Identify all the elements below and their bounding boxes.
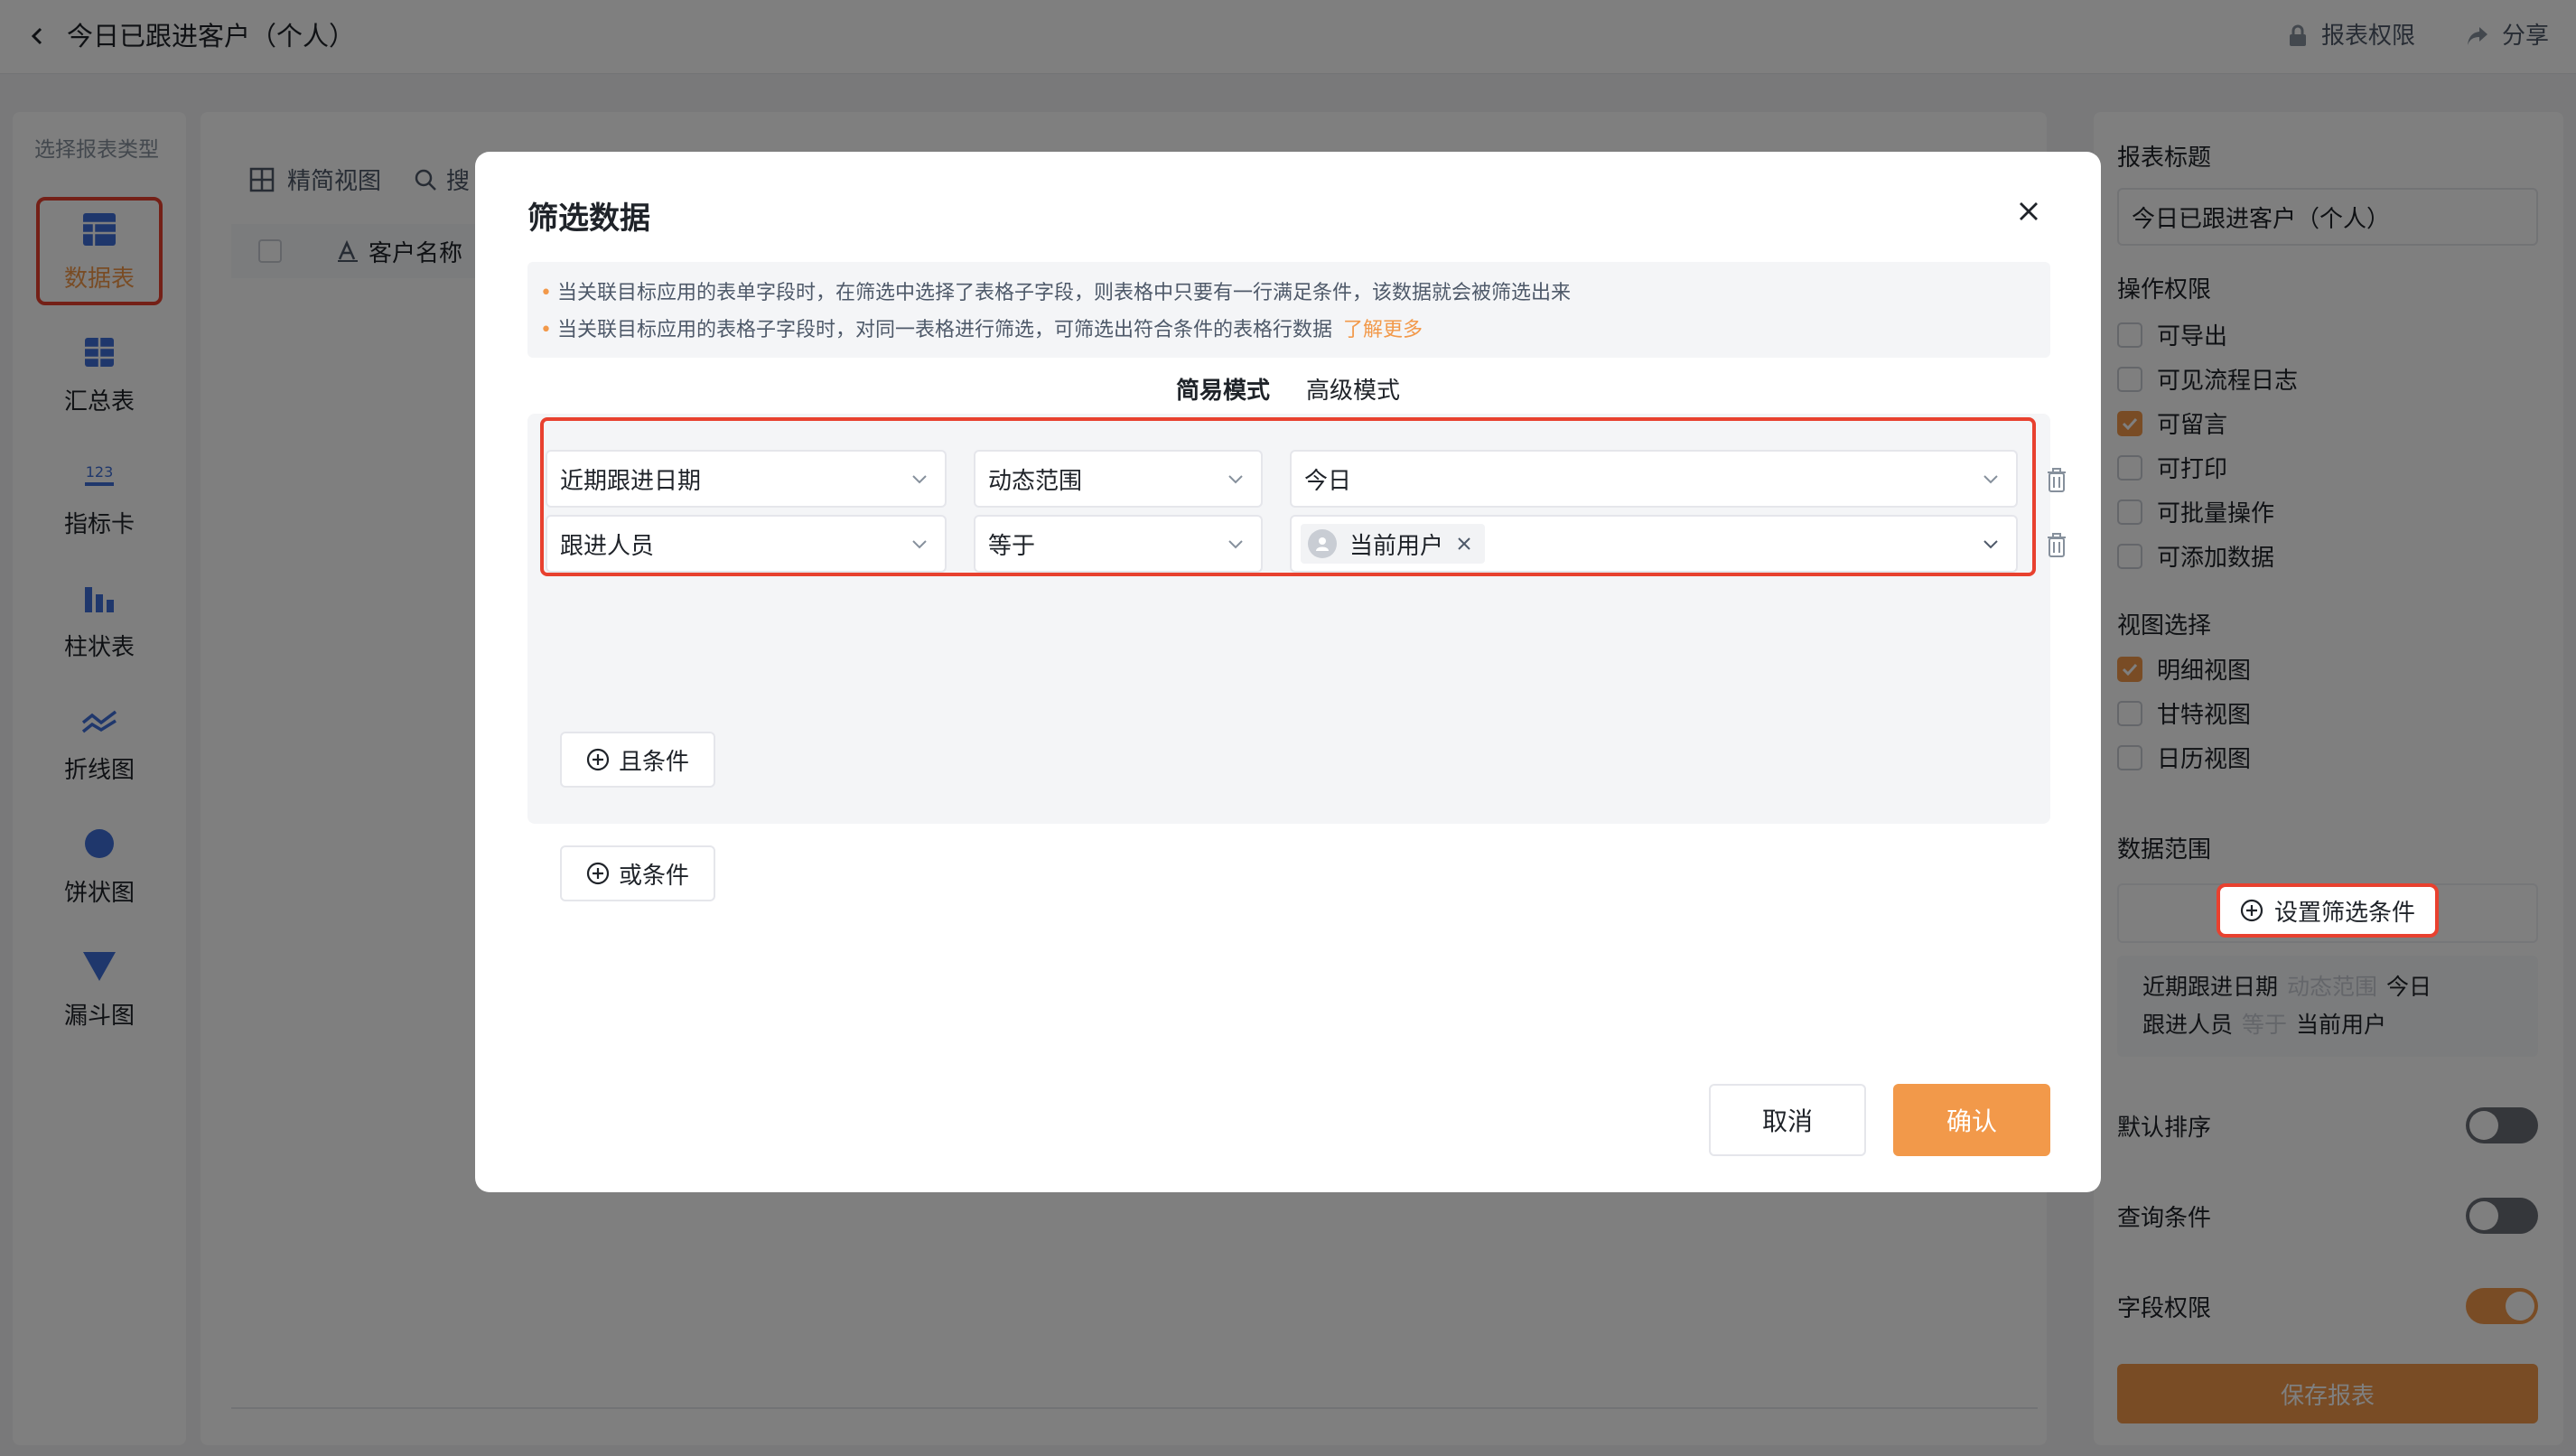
plus-circle-icon [2240,899,2263,922]
notice-text: 当关联目标应用的表单字段时，在筛选中选择了表格子字段，则表格中只要有一行满足条件… [556,282,1571,304]
cancel-button[interactable]: 取消 [1709,1084,1866,1156]
tab-advanced-mode[interactable]: 高级模式 [1306,372,1400,406]
plus-circle-icon [586,862,610,885]
delete-condition-icon[interactable] [2045,531,2068,558]
add-and-condition-button[interactable]: 且条件 [560,732,715,788]
close-icon[interactable] [2011,193,2047,229]
dialog-title: 筛选数据 [527,201,650,237]
set-filter-label: 设置筛选条件 [2273,899,2415,927]
filter-mode-tabs: 简易模式 高级模式 [475,372,2101,406]
filter-data-dialog: 筛选数据 • 当关联目标应用的表单字段时，在筛选中选择了表格子字段，则表格中只要有… [475,152,2101,1192]
notice-line-1: • 当关联目标应用的表单字段时，在筛选中选择了表格子字段，则表格中只要有一行满足条… [540,275,2038,312]
add-and-condition-label: 且条件 [618,748,689,776]
set-filter-button[interactable]: 设置筛选条件 [2217,883,2439,938]
tab-simple-mode[interactable]: 简易模式 [1176,372,1270,406]
notice-text: 当关联目标应用的表格子字段时，对同一表格进行筛选，可筛选出符合条件的表格行数据 [556,319,1332,341]
add-or-condition-label: 或条件 [618,862,689,890]
conditions-highlight-frame [540,417,2036,576]
add-or-condition-button[interactable]: 或条件 [560,845,715,901]
learn-more-link[interactable]: 了解更多 [1343,319,1423,341]
bullet-icon: • [540,319,552,341]
plus-circle-icon [586,748,610,771]
filter-notice: • 当关联目标应用的表单字段时，在筛选中选择了表格子字段，则表格中只要有一行满足条… [527,262,2050,358]
notice-line-2: • 当关联目标应用的表格子字段时，对同一表格进行筛选，可筛选出符合条件的表格行数据… [540,312,2038,349]
bullet-icon: • [540,282,552,304]
delete-condition-icon[interactable] [2045,466,2068,493]
confirm-button[interactable]: 确认 [1893,1084,2050,1156]
